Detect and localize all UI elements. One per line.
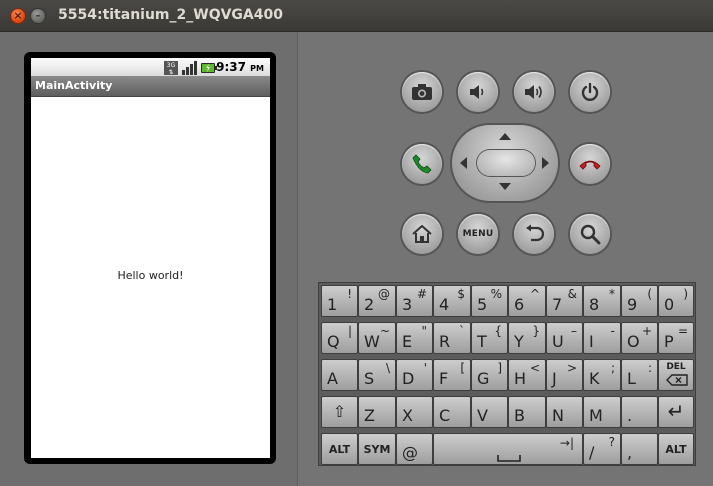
key-z[interactable]: Z [358,396,396,428]
phone-call-icon [412,154,432,174]
volume-down-button[interactable] [458,72,498,112]
network-3g-icon: 3G ⇅ [164,60,178,76]
key-7[interactable]: 7 & [546,285,583,317]
key-4[interactable]: 4 $ [433,285,471,317]
backspace-icon [666,374,688,386]
dpad-up-icon[interactable] [497,131,513,141]
key-t[interactable]: T{ [471,322,508,354]
key-5[interactable]: 5% [471,285,508,317]
battery-charging-icon [201,60,217,74]
key-alt-right[interactable]: ALT [658,433,694,465]
delete-key-label: DEL [666,362,686,372]
power-icon [581,82,599,101]
key-m[interactable]: M [583,396,621,428]
key-l[interactable]: L: [621,359,658,391]
camera-button[interactable] [402,72,442,112]
shift-icon: ⇧ [332,402,347,421]
key-0[interactable]: 0) [658,285,694,317]
dpad-left-icon[interactable] [458,155,468,171]
hello-world-text: Hello world! [117,269,184,282]
device-screen[interactable]: 3G ⇅ 9:37 PM MainActivity Hello world! [31,58,270,458]
back-button[interactable] [514,214,554,254]
back-icon [526,224,545,242]
app-action-bar: MainActivity [31,76,270,97]
home-button[interactable] [402,214,442,254]
key-u[interactable]: U – [546,322,583,354]
volume-up-icon [525,85,542,99]
key-delete[interactable]: DEL [658,359,694,391]
space-icon [497,455,521,462]
key-e[interactable]: E " [396,322,433,354]
volume-up-button[interactable] [514,72,554,112]
key-period[interactable]: . [621,396,658,428]
menu-button[interactable]: MENU [458,214,498,254]
key-n[interactable]: N [546,396,583,428]
call-button[interactable] [402,144,442,184]
key-9[interactable]: 9( [621,285,658,317]
key-q[interactable]: Q | [321,322,358,354]
status-bar: 3G ⇅ 9:37 PM [31,58,270,76]
network-type-label: 3G [167,62,176,69]
key-comma[interactable]: , [621,433,658,465]
key-w[interactable]: W ~ [358,322,396,354]
key-enter[interactable]: ↵ [658,396,694,428]
key-3[interactable]: 3 # [396,285,433,317]
key-shift[interactable]: ⇧ [321,396,358,428]
key-o[interactable]: O + [621,322,658,354]
power-button[interactable] [570,72,610,112]
key-f[interactable]: F[ [433,359,471,391]
key-at[interactable]: @ [396,433,433,465]
key-a[interactable]: A [321,359,358,391]
key-slash[interactable]: /? [583,433,621,465]
key-y[interactable]: Y} [508,322,546,354]
home-icon [412,225,432,243]
window-title: 5554:titanium_2_WQVGA400 [58,7,283,23]
key-b[interactable]: B [508,396,546,428]
minimize-icon: – [35,9,41,22]
key-2[interactable]: 2 @ [358,285,396,317]
key-c[interactable]: C [433,396,471,428]
volume-down-icon [470,85,484,99]
key-space[interactable]: →| [433,433,583,465]
key-alt-left[interactable]: ALT [321,433,358,465]
window-close-button[interactable]: × [10,8,26,24]
window-titlebar: × – 5554:titanium_2_WQVGA400 [0,0,713,32]
enter-icon: ↵ [667,399,685,423]
camera-icon [412,84,432,100]
key-v[interactable]: V [471,396,508,428]
key-i[interactable]: I- [583,322,621,354]
key-6[interactable]: 6 ^ [508,285,546,317]
key-x[interactable]: X [396,396,433,428]
signal-icon [181,60,197,75]
dpad-right-icon[interactable] [541,155,551,171]
menu-label: MENU [462,229,494,239]
tab-arrow-icon: →| [559,436,574,450]
key-sym[interactable]: SYM [358,433,396,465]
key-1[interactable]: 1! [321,285,358,317]
key-p[interactable]: P = [658,322,694,354]
search-button[interactable] [570,214,610,254]
key-g[interactable]: G] [471,359,508,391]
window-minimize-button[interactable]: – [30,8,46,24]
end-call-icon [579,160,601,170]
svg-text:⇅: ⇅ [168,69,173,75]
key-h[interactable]: H < [508,359,546,391]
key-s[interactable]: S \ [358,359,396,391]
status-time: 9:37 PM [216,60,264,74]
key-j[interactable]: J > [546,359,583,391]
key-8[interactable]: 8 * [583,285,621,317]
search-icon [580,224,601,245]
key-d[interactable]: D ' [396,359,433,391]
close-icon: × [13,9,23,22]
app-title: MainActivity [35,79,113,92]
key-k[interactable]: K; [583,359,621,391]
end-call-button[interactable] [570,144,610,184]
dpad-down-icon[interactable] [497,182,513,192]
dpad-center-button[interactable] [477,150,535,176]
key-r[interactable]: R ` [433,322,471,354]
